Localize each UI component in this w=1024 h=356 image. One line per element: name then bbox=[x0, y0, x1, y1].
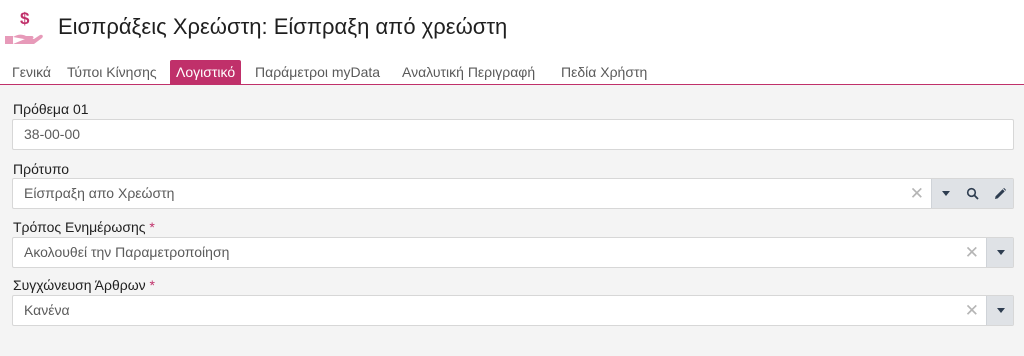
update-mode-select[interactable]: Ακολουθεί την Παραμετροποίηση ✕ bbox=[12, 237, 1014, 268]
hand-money-icon: $ bbox=[4, 6, 44, 46]
merge-entries-label: Συγχώνευση Άρθρων * bbox=[13, 277, 155, 293]
page-title: Εισπράξεις Χρεώστη: Είσπραξη από χρεώστη bbox=[58, 14, 508, 39]
merge-entries-select[interactable]: Κανένα ✕ bbox=[12, 295, 1014, 326]
tab-accounting[interactable]: Λογιστικό bbox=[170, 60, 242, 84]
update-mode-clear-icon[interactable]: ✕ bbox=[965, 238, 979, 267]
svg-text:$: $ bbox=[20, 9, 30, 28]
template-dropdown-button[interactable] bbox=[932, 179, 959, 208]
chevron-down-icon bbox=[996, 308, 1005, 313]
merge-entries-label-text: Συγχώνευση Άρθρων bbox=[13, 277, 146, 293]
merge-entries-dropdown-button[interactable] bbox=[987, 296, 1014, 325]
pencil-icon bbox=[994, 187, 1006, 199]
update-mode-value: Ακολουθεί την Παραμετροποίηση bbox=[24, 244, 230, 260]
template-clear-icon[interactable]: ✕ bbox=[910, 179, 924, 208]
required-marker: * bbox=[149, 277, 155, 293]
tab-detailed-description[interactable]: Αναλυτική Περιγραφή bbox=[396, 60, 541, 84]
template-label: Πρότυπο bbox=[13, 161, 70, 177]
template-value: Είσπραξη απο Χρεώστη bbox=[24, 185, 175, 201]
prefix-input[interactable]: 38-00-00 bbox=[12, 119, 1014, 150]
tab-bar: Γενικά Τύποι Κίνησης Λογιστικό Παράμετρο… bbox=[0, 60, 1024, 85]
tab-transaction-types[interactable]: Τύποι Κίνησης bbox=[61, 60, 163, 84]
update-mode-dropdown-button[interactable] bbox=[987, 238, 1014, 267]
merge-entries-clear-icon[interactable]: ✕ bbox=[965, 296, 979, 325]
search-icon bbox=[966, 187, 979, 200]
prefix-label: Πρόθεμα 01 bbox=[13, 101, 89, 117]
chevron-down-icon bbox=[996, 250, 1005, 255]
merge-entries-buttons bbox=[986, 296, 1013, 325]
tab-mydata-parameters[interactable]: Παράμετροι myData bbox=[249, 60, 386, 84]
template-buttons bbox=[931, 179, 1013, 208]
template-select[interactable]: Είσπραξη απο Χρεώστη ✕ bbox=[12, 178, 1014, 209]
template-search-button[interactable] bbox=[959, 179, 986, 208]
tab-general[interactable]: Γενικά bbox=[6, 60, 57, 84]
chevron-down-icon bbox=[941, 191, 950, 196]
update-mode-label: Τρόπος Ενημέρωσης * bbox=[13, 219, 155, 235]
update-mode-label-text: Τρόπος Ενημέρωσης bbox=[13, 219, 146, 235]
tab-user-fields[interactable]: Πεδία Χρήστη bbox=[555, 60, 653, 84]
update-mode-buttons bbox=[986, 238, 1013, 267]
merge-entries-value: Κανένα bbox=[24, 302, 70, 318]
template-edit-button[interactable] bbox=[986, 179, 1013, 208]
prefix-value: 38-00-00 bbox=[24, 126, 81, 142]
required-marker: * bbox=[149, 219, 155, 235]
page-header: $ Εισπράξεις Χρεώστη: Είσπραξη από χρεώσ… bbox=[0, 0, 1024, 56]
